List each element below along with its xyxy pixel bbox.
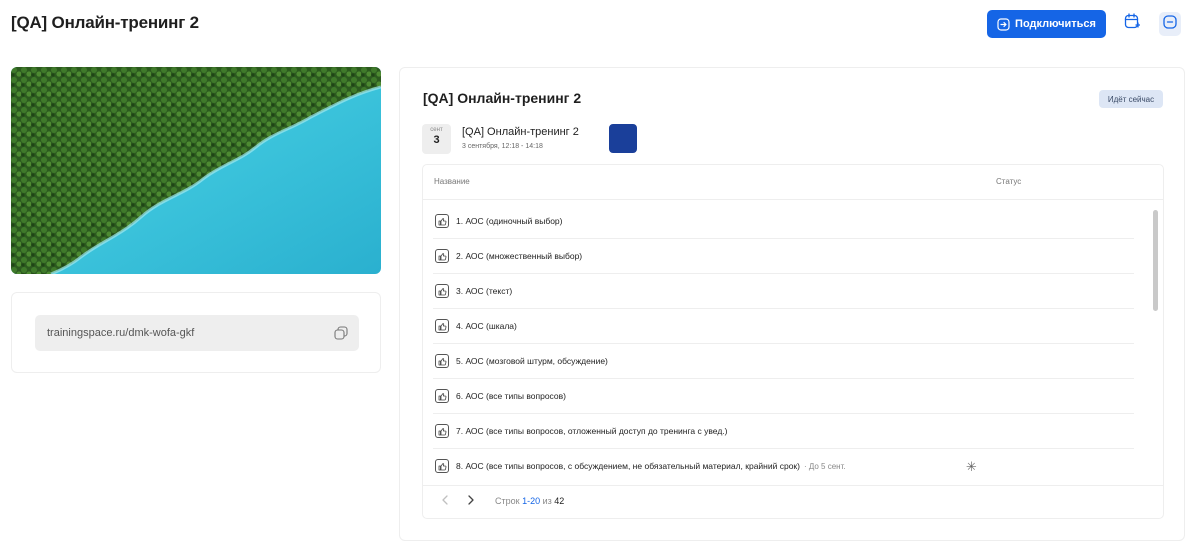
table-scrollbar[interactable] <box>1152 204 1160 484</box>
thumbs-up-icon <box>435 354 449 368</box>
event-month: сент <box>430 127 443 133</box>
link-card: trainingspace.ru/dmk-wofa-gkf <box>11 292 381 373</box>
login-icon <box>997 17 1010 31</box>
table-footer-divider <box>423 485 1163 486</box>
thumbs-up-icon <box>435 214 449 228</box>
table-body: 1. АОС (одиночный выбор) 2. АОС (множест… <box>423 204 1153 482</box>
thumbs-up-icon <box>435 389 449 403</box>
event-time: 3 сентября, 12:18 - 14:18 <box>462 143 543 150</box>
row-title: 7. АОС (все типы вопросов, отложенный до… <box>456 426 728 436</box>
event-date: сент 3 <box>422 124 451 154</box>
chevron-left-icon <box>441 495 449 507</box>
thumbs-up-icon <box>435 249 449 263</box>
pagination-of: из <box>542 496 552 506</box>
connect-button-label: Подключиться <box>1015 18 1096 30</box>
prev-page-button[interactable] <box>439 494 451 508</box>
pagination-info: Строк 1-20 из 42 <box>495 496 564 506</box>
card-title: [QA] Онлайн-тренинг 2 <box>423 90 582 106</box>
table-row[interactable]: 6. АОС (все типы вопросов) <box>433 379 1134 414</box>
event-thumbnail <box>609 124 637 153</box>
row-title: 3. АОС (текст) <box>456 286 513 296</box>
table-row[interactable]: 2. АОС (множественный выбор) <box>433 239 1134 274</box>
leave-button[interactable] <box>1159 12 1181 36</box>
chevron-right-icon <box>467 495 475 507</box>
next-page-button[interactable] <box>465 494 477 508</box>
materials-table: Название Статус 1. АОС (одиночный выбор)… <box>422 164 1164 519</box>
row-title: 6. АОС (все типы вопросов) <box>456 391 566 401</box>
thumbs-up-icon <box>435 284 449 298</box>
calendar-plus-icon <box>1124 13 1141 35</box>
row-title: 8. АОС (все типы вопросов, с обсуждением… <box>456 461 800 471</box>
column-header-name: Название <box>434 177 470 186</box>
column-header-status: Статус <box>996 177 1022 186</box>
minus-icon <box>1163 14 1177 34</box>
event-name[interactable]: [QA] Онлайн-тренинг 2 <box>462 126 579 138</box>
table-row[interactable]: 4. АОС (шкала) <box>433 309 1134 344</box>
row-title: 5. АОС (мозговой штурм, обсуждение) <box>456 356 608 366</box>
training-link-field[interactable]: trainingspace.ru/dmk-wofa-gkf <box>35 315 359 351</box>
cover-image <box>11 67 381 274</box>
table-row[interactable]: 8. АОС (все типы вопросов, с обсуждением… <box>433 449 1134 482</box>
training-card: [QA] Онлайн-тренинг 2 Идёт сейчас сент 3… <box>399 67 1185 541</box>
status-badge: Идёт сейчас <box>1099 90 1163 108</box>
pagination: Строк 1-20 из 42 <box>439 494 564 508</box>
table-row[interactable]: 7. АОС (все типы вопросов, отложенный до… <box>433 414 1134 449</box>
row-deadline: · До 5 сент. <box>803 461 846 471</box>
add-to-calendar-button[interactable] <box>1121 12 1143 36</box>
row-title: 4. АОС (шкала) <box>456 321 517 331</box>
page-title: [QA] Онлайн-тренинг 2 <box>11 13 199 32</box>
thumbs-up-icon <box>435 319 449 333</box>
thumbs-up-icon <box>435 459 449 473</box>
pagination-range: 1-20 <box>522 496 541 506</box>
pagination-prefix: Строк <box>495 496 520 506</box>
table-row[interactable]: 5. АОС (мозговой штурм, обсуждение) <box>433 344 1134 379</box>
thumbs-up-icon <box>435 424 449 438</box>
pagination-total: 42 <box>554 496 565 506</box>
table-header-divider <box>423 199 1163 200</box>
scrollbar-thumb[interactable] <box>1153 210 1158 311</box>
training-link-text: trainingspace.ru/dmk-wofa-gkf <box>47 327 195 339</box>
connect-button[interactable]: Подключиться <box>987 10 1106 38</box>
row-status: ✳ <box>966 459 977 474</box>
row-title: 2. АОС (множественный выбор) <box>456 251 583 261</box>
table-row[interactable]: 3. АОС (текст) <box>433 274 1134 309</box>
event-day: 3 <box>433 134 440 146</box>
copy-icon[interactable] <box>334 326 348 340</box>
table-row[interactable]: 1. АОС (одиночный выбор) <box>433 204 1134 239</box>
row-title: 1. АОС (одиночный выбор) <box>456 216 563 226</box>
